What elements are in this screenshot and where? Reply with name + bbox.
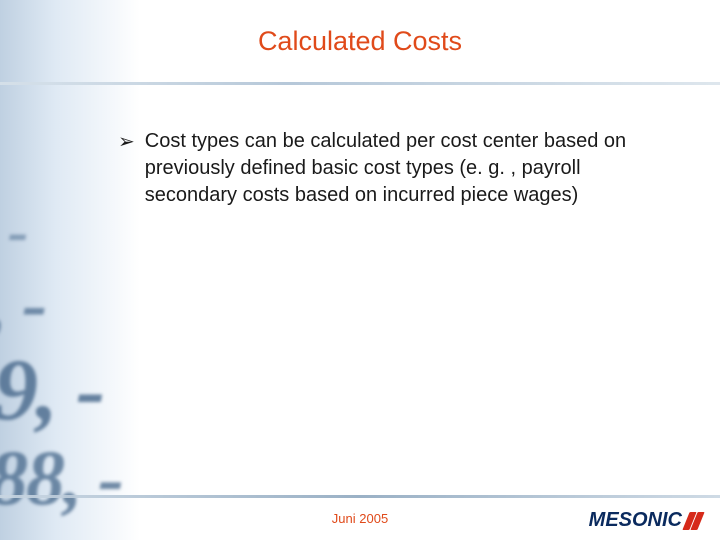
bullet-arrow-icon: ➢	[118, 128, 135, 156]
brand-logo: MESONIC	[589, 509, 702, 532]
title-divider	[0, 82, 720, 85]
bullet-text: Cost types can be calculated per cost ce…	[145, 128, 664, 209]
brand-logo-text: MESONIC	[589, 509, 682, 532]
footer-divider	[0, 495, 720, 498]
decor-number: 088, -	[0, 437, 122, 519]
left-decorative-strip: / , - 4, - 09, - 088, -	[0, 0, 140, 540]
decor-number: 09, -	[0, 345, 122, 437]
brand-logo-slashes-icon	[684, 511, 702, 531]
bullet-item: ➢ Cost types can be calculated per cost …	[118, 128, 664, 209]
content-area: ➢ Cost types can be calculated per cost …	[118, 128, 664, 209]
decor-number: / , -	[0, 200, 122, 265]
decorative-numbers: / , - 4, - 09, - 088, -	[0, 200, 122, 519]
decor-number: 4, -	[0, 265, 122, 345]
slide-title: Calculated Costs	[0, 26, 720, 57]
